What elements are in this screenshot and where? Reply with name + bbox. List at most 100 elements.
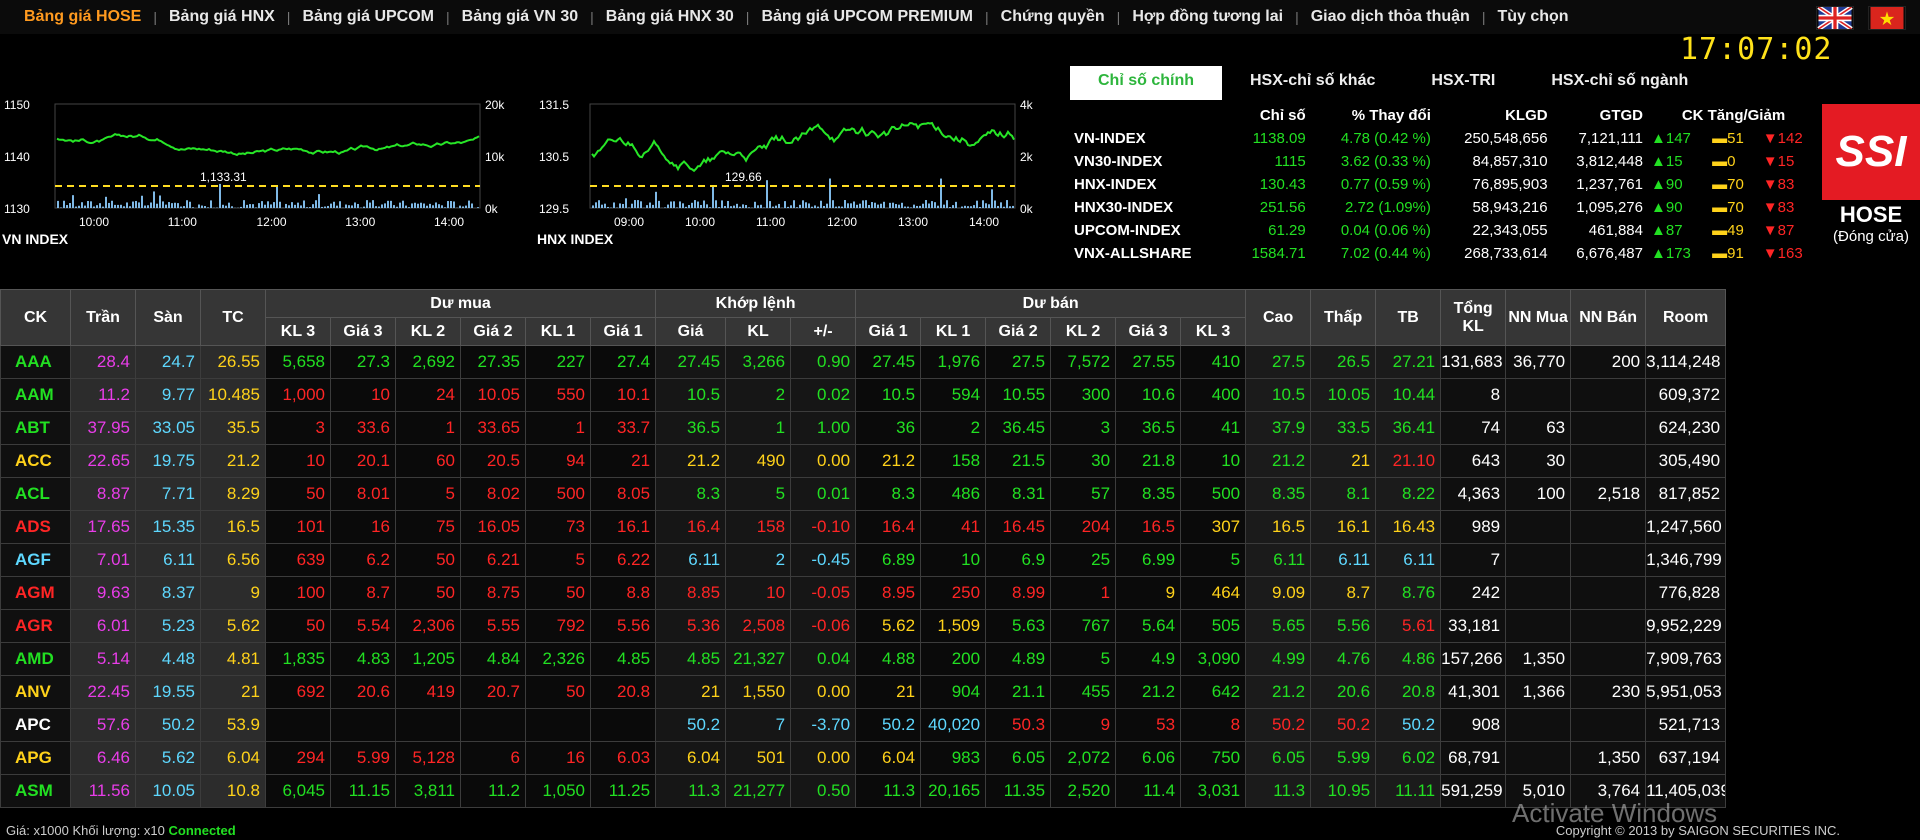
nav-item-1[interactable]: Bảng giá HNX [157,8,287,26]
up-arrow-icon: ▲ [1651,245,1666,262]
sub-header[interactable]: KL 3 [1180,317,1247,346]
vietnam-flag-icon[interactable] [1868,6,1906,30]
volume-bar [625,198,627,208]
advance-decline: ▼142 [1759,127,1820,150]
ticker[interactable]: AAM [0,378,71,412]
chart-title: VN INDEX [2,231,69,247]
col-header[interactable]: Room [1645,289,1727,346]
index-tabs: Chỉ số chính HSX-chỉ số khác HSX-TRI HSX-ch… [1070,66,1820,100]
nav-item-8[interactable]: Giao dịch thỏa thuận [1299,8,1482,26]
volume-bar [75,206,77,208]
index-row[interactable]: UPCOM-INDEX 61.29 0.04 (0.06 %) 22,343,055 4… [1070,219,1820,242]
nav-item-9[interactable]: Tùy chọn [1485,8,1580,26]
sub-header[interactable]: KL 1 [920,317,987,346]
ticker[interactable]: ACL [0,477,71,511]
nav-item-6[interactable]: Chứng quyền [989,8,1117,26]
ticker[interactable]: ACC [0,444,71,478]
index-row[interactable]: HNX-INDEX 130.43 0.77 (0.59 %) 76,895,903 1,… [1070,173,1820,196]
col-header[interactable]: Thấp [1310,289,1377,346]
index-tab-1[interactable]: HSX-chỉ số khác [1222,66,1403,100]
volume-bar [204,206,206,208]
ticker[interactable]: ABT [0,411,71,445]
x-tick: 12:00 [257,215,287,229]
table-row[interactable]: ACL 8.87 7.71 8.29 50 8.01 5 8.02 500 8.05 8.3 5 0.0… [0,477,1920,511]
sub-header[interactable]: Giá [655,317,727,346]
col-header[interactable]: CK [0,289,71,346]
col-header[interactable]: Tổng KL [1440,289,1507,346]
nav-item-2[interactable]: Bảng giá UPCOM [290,8,446,26]
uk-flag-icon[interactable] [1816,6,1854,30]
sub-header[interactable]: Giá 3 [330,317,396,346]
nav-item-5[interactable]: Bảng giá UPCOM PREMIUM [749,8,985,26]
col-header[interactable]: Trần [70,289,136,346]
sub-header[interactable]: Giá 1 [855,317,922,346]
sub-header[interactable]: Giá 1 [589,317,657,346]
col-header[interactable]: Sàn [135,289,201,346]
ticker[interactable]: AGF [0,543,71,577]
table-row[interactable]: APG 6.46 5.62 6.04 294 5.99 5,128 6 16 6.03 6.04 50… [0,741,1920,775]
sub-header[interactable]: KL 3 [265,317,331,346]
cell: 817,852 [1645,477,1727,511]
ticker[interactable]: ASM [0,774,71,808]
ticker[interactable]: APC [0,708,71,742]
volume-bar [372,200,374,208]
volume-bar [772,206,774,208]
volume-bar [99,203,101,208]
col-header[interactable]: TB [1375,289,1442,346]
table-row[interactable]: APC 57.6 50.2 53.9 50.2 7 -3.70 50.2 40,020 50.3 9… [0,708,1920,742]
index-row[interactable]: VN-INDEX 1138.09 4.78 (0.42 %) 250,548,656 7… [1070,127,1820,150]
ticker[interactable]: ADS [0,510,71,544]
sub-header[interactable]: KL [725,317,792,346]
col-header[interactable]: NN Bán [1570,289,1647,346]
sub-header[interactable]: Giá 2 [460,317,526,346]
index-row[interactable]: VNX-ALLSHARE 1584.71 7.02 (0.44 %) 268,733,… [1070,242,1820,265]
table-row[interactable]: AGR 6.01 5.23 5.62 50 5.54 2,306 5.55 792 5.56 5.3… [0,609,1920,643]
sub-header[interactable]: KL 2 [1050,317,1117,346]
table-row[interactable]: AGM 9.63 8.37 9 100 8.7 50 8.75 50 8.8 8.85 10 -0.05… [0,576,1920,610]
table-row[interactable]: ABT 37.95 33.05 35.5 3 33.6 1 33.65 1 33.7 36.5 1 1.… [0,411,1920,445]
cell: 6.06 [1115,741,1182,775]
cell: 7,909,763 [1645,642,1727,676]
nav-item-4[interactable]: Bảng giá HNX 30 [594,8,746,26]
advance-decline: ▼15 [1759,150,1820,173]
col-header[interactable]: TC [200,289,266,346]
table-row[interactable]: AGF 7.01 6.11 6.56 639 6.2 50 6.21 5 6.22 6.11 2 -0.… [0,543,1920,577]
index-tab-3[interactable]: HSX-chỉ số ngành [1523,66,1716,100]
sub-header[interactable]: Giá 2 [985,317,1052,346]
table-row[interactable]: AAM 11.2 9.77 10.485 1,000 10 24 10.05 550 10.1 10… [0,378,1920,412]
ticker[interactable]: AGM [0,576,71,610]
volume-bar [814,205,816,208]
x-tick: 12:00 [827,215,857,229]
advance-decline: ▬70 [1708,196,1759,219]
sub-header[interactable]: Giá 3 [1115,317,1182,346]
col-header[interactable]: NN Mua [1505,289,1572,346]
sub-header[interactable]: KL 2 [395,317,461,346]
flat-icon: ▬ [1712,245,1728,262]
nav-item-3[interactable]: Bảng giá VN 30 [450,8,590,26]
sub-header[interactable]: KL 1 [525,317,591,346]
table-row[interactable]: ANV 22.45 19.55 21 692 20.6 419 20.7 50 20.8 21 1,5… [0,675,1920,709]
volume-bar [240,206,242,208]
ticker[interactable]: AMD [0,642,71,676]
table-row[interactable]: AAA 28.4 24.7 26.55 5,658 27.3 2,692 27.35 227 27… [0,345,1920,379]
cell: 8.02 [460,477,526,511]
sub-header[interactable]: +/- [790,317,857,346]
table-row[interactable]: AMD 5.14 4.48 4.81 1,835 4.83 1,205 4.84 2,326 4.… [0,642,1920,676]
ticker[interactable]: ANV [0,675,71,709]
nav-item-7[interactable]: Hợp đồng tương lai [1120,8,1295,26]
index-row[interactable]: VN30-INDEX 1115 3.62 (0.33 %) 84,857,310 3,8… [1070,150,1820,173]
index-row[interactable]: HNX30-INDEX 251.56 2.72 (1.09%) 58,943,216 1… [1070,196,1820,219]
volume-bar [402,200,404,208]
table-row[interactable]: ADS 17.65 15.35 16.5 101 16 75 16.05 73 16.1 16.4 1… [0,510,1920,544]
index-tab-0[interactable]: Chỉ số chính [1070,66,1222,100]
cell: 9,952,229 [1645,609,1727,643]
ticker[interactable]: AAA [0,345,71,379]
col-header[interactable]: Cao [1245,289,1312,346]
ticker[interactable]: APG [0,741,71,775]
ticker[interactable]: AGR [0,609,71,643]
volume-bar [976,200,978,208]
y-tick-left: 129.5 [539,202,569,216]
nav-item-0[interactable]: Bảng giá HOSE [12,8,153,26]
index-tab-2[interactable]: HSX-TRI [1403,66,1523,100]
table-row[interactable]: ACC 22.65 19.75 21.2 10 20.1 60 20.5 94 21 21.2 490… [0,444,1920,478]
